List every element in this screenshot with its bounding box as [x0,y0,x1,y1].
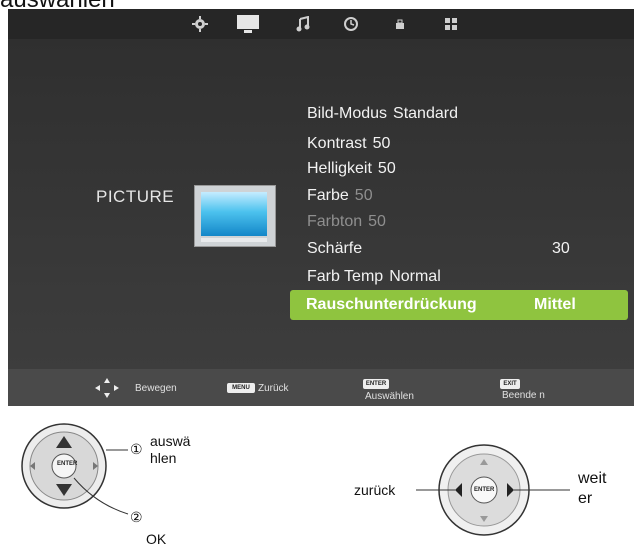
right-arrow-label-b: er [578,490,593,507]
callout-1-text-a: auswä [150,433,191,449]
tv-osd-screen: PICTURE Bild-Modus Standard Kontrast 50 He… [8,9,634,406]
osd-main-panel: PICTURE Bild-Modus Standard Kontrast 50 He… [8,39,634,369]
hint-back: Zurück [258,383,289,394]
lock-icon[interactable] [390,14,410,34]
right-arrow-label-a: weit [578,470,607,487]
menu-item-color[interactable]: Farbe 50 [307,187,373,205]
section-label: PICTURE [96,187,175,206]
callout-2-text: OK [146,531,167,547]
enter-key-icon: ENTER [363,379,389,389]
move-arrows-icon [95,378,119,398]
right-enter-key-label: ENTER [474,487,495,493]
callout-2-number: ② [130,509,143,525]
setup-grid-icon[interactable] [441,14,461,34]
callout-1-number: ① [130,441,143,457]
noise-reduction-value: Mittel [534,296,576,313]
hint-exit: Beende n [502,390,545,401]
left-enter-key-label: ENTER [57,461,78,467]
picture-monitor-icon [194,185,276,247]
osd-hint-bar: Bewegen MENU Zurück ENTER Auswählen EXIT… [8,369,634,406]
menu-item-brightness[interactable]: Helligkeit 50 [307,160,396,178]
menu-item-tint: Farbton 50 [307,213,386,230]
picture-tv-icon[interactable] [234,14,262,34]
menu-item-contrast[interactable]: Kontrast 50 [307,135,390,153]
hint-select: Auswählen [365,391,414,402]
osd-tab-bar [8,9,634,39]
settings-gear-icon[interactable] [190,14,210,34]
menu-key-icon: MENU [227,383,255,393]
exit-key-icon: EXIT [500,379,520,389]
menu-item-noise-reduction[interactable]: Rauschunterdrückung Mittel [290,290,628,320]
hint-move: Bewegen [135,383,177,394]
sharpness-value: 30 [552,240,570,257]
time-clock-icon[interactable] [341,14,361,34]
menu-item-color-temp[interactable]: Farb Temp Normal [307,268,441,286]
sound-music-icon[interactable] [293,14,313,34]
callout-1-text-b: hlen [150,450,177,466]
left-arrow-label: zurück [354,482,396,498]
menu-item-picture-mode[interactable]: Bild-Modus Standard [307,105,458,123]
menu-item-sharpness[interactable]: Schärfe [307,240,362,258]
noise-reduction-label: Rauschunterdrückung [306,296,477,313]
